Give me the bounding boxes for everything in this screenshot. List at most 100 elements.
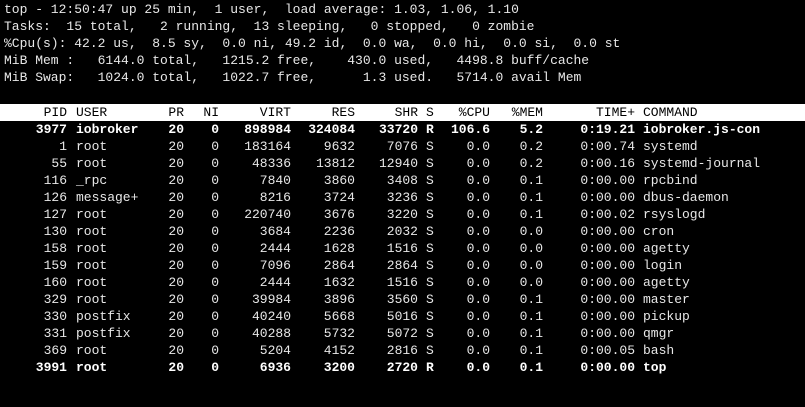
column-header-res: RES [331, 105, 355, 120]
process-command-cell: pickup [643, 309, 690, 324]
process-res-cell: 1632 [323, 275, 355, 290]
process-mem-cell: 0.2 [519, 139, 543, 154]
process-shr-cell: 7076 [386, 139, 418, 154]
process-virt-cell: 40288 [251, 326, 291, 341]
column-header-pid: PID [43, 105, 67, 120]
process-cpu-cell: 0.0 [466, 241, 490, 256]
process-command-cell: rpcbind [643, 173, 698, 188]
process-cpu-cell: 0.0 [466, 139, 490, 154]
process-cpu-cell: 0.0 [466, 309, 490, 324]
column-header-virt: VIRT [259, 105, 291, 120]
process-mem-cell: 0.1 [519, 207, 543, 222]
process-ni-cell: 0 [211, 309, 219, 324]
process-s-cell: S [426, 309, 434, 324]
process-res-cell: 3860 [323, 173, 355, 188]
column-header-mem: %MEM [511, 105, 543, 120]
process-mem-cell: 0.0 [519, 275, 543, 290]
process-user-cell: root [76, 343, 108, 358]
process-cpu-cell: 0.0 [466, 343, 490, 358]
process-shr-cell: 3236 [386, 190, 418, 205]
process-shr-cell: 12940 [378, 156, 418, 171]
process-time-cell: 0:00.16 [580, 156, 635, 171]
process-mem-cell: 0.1 [519, 326, 543, 341]
process-virt-cell: 48336 [251, 156, 291, 171]
process-cpu-cell: 0.0 [466, 190, 490, 205]
terminal-window[interactable]: top - 12:50:47 up 25 min, 1 user, load a… [0, 0, 805, 407]
process-shr-cell: 1516 [386, 275, 418, 290]
process-shr-cell: 3560 [386, 292, 418, 307]
process-res-cell: 5668 [323, 309, 355, 324]
process-user-cell: root [76, 360, 108, 375]
process-cpu-cell: 0.0 [466, 326, 490, 341]
process-time-cell: 0:00.00 [580, 190, 635, 205]
process-pid-cell: 330 [43, 309, 67, 324]
process-ni-cell: 0 [211, 224, 219, 239]
process-time-cell: 0:00.00 [580, 241, 635, 256]
process-pid-cell: 329 [43, 292, 67, 307]
process-pid-cell: 1 [59, 139, 67, 154]
process-pid-cell: 369 [43, 343, 67, 358]
process-row: 369 root 20 0 5204 4152 2816 S 0.0 0.1 0:00.05 bash [0, 342, 805, 359]
process-user-cell: postfix [76, 326, 131, 341]
process-pid-cell: 160 [43, 275, 67, 290]
process-ni-cell: 0 [211, 122, 219, 137]
process-res-cell: 9632 [323, 139, 355, 154]
process-shr-cell: 5072 [386, 326, 418, 341]
process-ni-cell: 0 [211, 241, 219, 256]
process-row: 329 root 20 0 39984 3896 3560 S 0.0 0.1 0:00.00 mas… [0, 291, 805, 308]
process-ni-cell: 0 [211, 258, 219, 273]
process-s-cell: S [426, 156, 434, 171]
process-res-cell: 5732 [323, 326, 355, 341]
process-res-cell: 3896 [323, 292, 355, 307]
process-row: 55 root 20 0 48336 13812 12940 S 0.0 0.2 0:00.16 sy… [0, 155, 805, 172]
process-pr-cell: 20 [168, 122, 184, 137]
process-s-cell: R [426, 360, 434, 375]
process-row: 127 root 20 0 220740 3676 3220 S 0.0 0.1 0:00.02 rs… [0, 206, 805, 223]
process-virt-cell: 39984 [251, 292, 291, 307]
process-ni-cell: 0 [211, 190, 219, 205]
process-pid-cell: 3991 [35, 360, 67, 375]
process-cpu-cell: 0.0 [466, 224, 490, 239]
process-virt-cell: 8216 [259, 190, 291, 205]
process-user-cell: root [76, 292, 108, 307]
column-header-pr: PR [168, 105, 184, 120]
process-pid-cell: 55 [51, 156, 67, 171]
process-cpu-cell: 0.0 [466, 292, 490, 307]
process-pr-cell: 20 [168, 207, 184, 222]
process-virt-cell: 6936 [259, 360, 291, 375]
process-pid-cell: 331 [43, 326, 67, 341]
process-command-cell: login [643, 258, 683, 273]
process-shr-cell: 33720 [378, 122, 418, 137]
process-shr-cell: 2720 [386, 360, 418, 375]
process-user-cell: root [76, 139, 108, 154]
process-res-cell: 3724 [323, 190, 355, 205]
process-row: 3977 iobroker 20 0 898984 324084 33720 R 106.6 5.… [0, 121, 805, 138]
process-res-cell: 3676 [323, 207, 355, 222]
process-virt-cell: 898984 [244, 122, 291, 137]
column-header-time: TIME+ [595, 105, 635, 120]
process-ni-cell: 0 [211, 326, 219, 341]
process-ni-cell: 0 [211, 173, 219, 188]
process-virt-cell: 5204 [259, 343, 291, 358]
process-s-cell: S [426, 258, 434, 273]
process-row: 160 root 20 0 2444 1632 1516 S 0.0 0.0 0:00.00 aget… [0, 274, 805, 291]
process-ni-cell: 0 [211, 343, 219, 358]
process-ni-cell: 0 [211, 207, 219, 222]
process-user-cell: root [76, 224, 108, 239]
process-mem-cell: 0.1 [519, 292, 543, 307]
process-s-cell: S [426, 241, 434, 256]
column-header-shr: SHR [394, 105, 418, 120]
process-row: 1 root 20 0 183164 9632 7076 S 0.0 0.2 0:00.74 syst… [0, 138, 805, 155]
process-mem-cell: 0.1 [519, 360, 543, 375]
process-user-cell: postfix [76, 309, 131, 324]
column-header-s: S [426, 105, 434, 120]
process-pr-cell: 20 [168, 292, 184, 307]
process-pr-cell: 20 [168, 156, 184, 171]
process-s-cell: S [426, 326, 434, 341]
process-row: 331 postfix 20 0 40288 5732 5072 S 0.0 0.1 0:00.00… [0, 325, 805, 342]
process-mem-cell: 0.1 [519, 173, 543, 188]
process-time-cell: 0:00.05 [580, 343, 635, 358]
process-pr-cell: 20 [168, 275, 184, 290]
process-pr-cell: 20 [168, 224, 184, 239]
process-pr-cell: 20 [168, 190, 184, 205]
